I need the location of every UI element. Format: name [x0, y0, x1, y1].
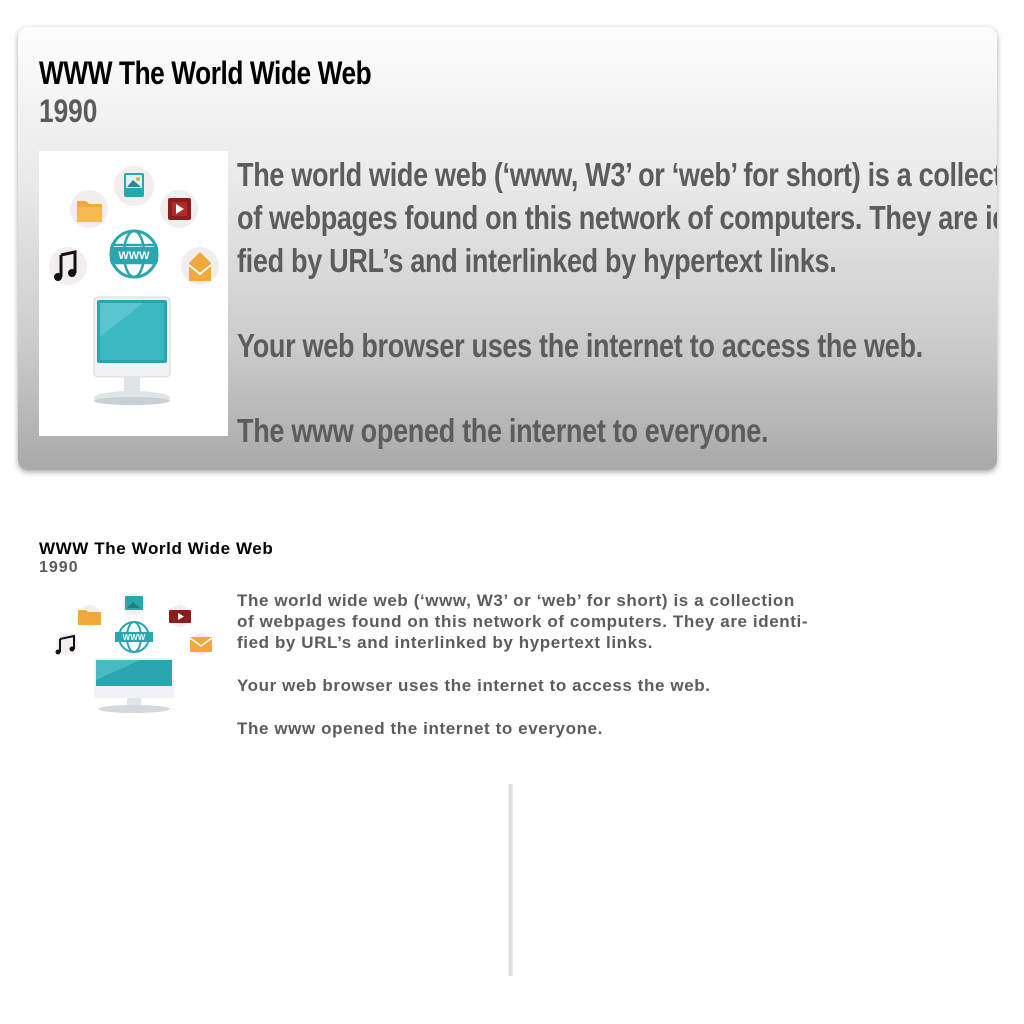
monitor-icon — [93, 296, 171, 405]
body-line: of webpages found on this network of com… — [237, 199, 997, 236]
small-web-illustration-icon: WWW — [55, 593, 213, 713]
video-icon — [169, 605, 191, 627]
www-illustration: WWW — [39, 151, 228, 436]
video-icon — [160, 190, 198, 228]
globe-icon: WWW — [109, 229, 159, 279]
monitor-icon — [94, 658, 174, 713]
everyone-line: The www opened the internet to everyone. — [237, 719, 603, 738]
body-line: The world wide web (‘www, W3’ or ‘web’ f… — [237, 591, 795, 610]
body-line: fied by URL’s and interlinked by hyperte… — [237, 242, 837, 279]
small-title: WWW The World Wide Web — [39, 539, 274, 558]
folder-icon — [70, 190, 108, 228]
small-year: 1990 — [39, 559, 79, 576]
mail-icon — [189, 633, 213, 655]
body-line: of webpages found on this network of com… — [237, 612, 809, 631]
globe-icon: WWW — [115, 621, 153, 653]
card-year: 1990 — [39, 93, 98, 129]
card-title: WWW The World Wide Web — [39, 55, 372, 91]
music-icon — [49, 247, 87, 285]
www-card: WWW The World Wide Web 1990 WWW The worl… — [18, 27, 997, 470]
browser-line: Your web browser uses the internet to ac… — [237, 676, 711, 695]
card-body-text: The world wide web (‘www, W3’ or ‘web’ f… — [237, 153, 997, 452]
body-line: fied by URL’s and interlinked by hyperte… — [237, 633, 654, 652]
mail-icon — [181, 247, 219, 285]
svg-text:WWW: WWW — [123, 633, 146, 642]
small-illustration: WWW — [45, 590, 223, 718]
music-icon — [55, 633, 78, 655]
everyone-line: The www opened the internet to everyone. — [237, 412, 769, 449]
small-body-text: The world wide web (‘www, W3’ or ‘web’ f… — [237, 590, 808, 739]
image-icon — [123, 593, 145, 615]
svg-text:WWW: WWW — [118, 250, 150, 262]
web-illustration-icon: WWW — [49, 166, 219, 405]
vertical-divider — [508, 784, 513, 976]
image-icon — [114, 166, 154, 206]
folder-icon — [78, 605, 101, 627]
browser-line: Your web browser uses the internet to ac… — [237, 327, 923, 364]
body-line: The world wide web (‘www, W3’ or ‘web’ f… — [237, 156, 997, 193]
